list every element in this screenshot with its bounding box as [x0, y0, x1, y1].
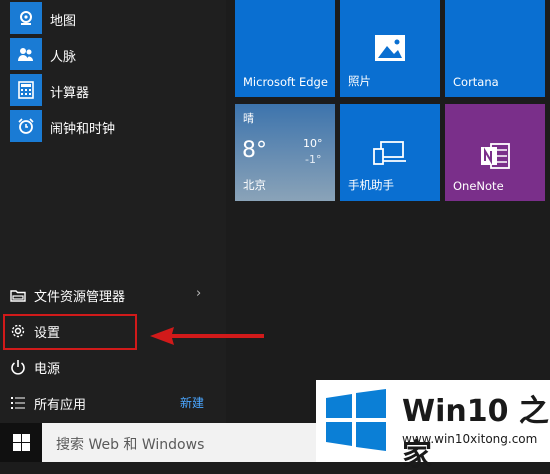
all-apps-label: 所有应用 [34, 398, 87, 413]
power-icon [11, 360, 25, 375]
list-icon [11, 397, 25, 409]
phone-laptop-icon [373, 141, 406, 165]
tile-photos-label: 照片 [348, 74, 371, 88]
tile-weather-label: 北京 [243, 178, 266, 192]
onenote-icon [481, 143, 510, 169]
new-badge: 新建 [180, 396, 205, 410]
app-label-maps: 地图 [50, 14, 77, 29]
tile-phone-companion[interactable]: 手机助手 [340, 104, 440, 201]
app-label-alarms: 闹钟和时钟 [50, 122, 116, 137]
tile-cortana-label: Cortana [453, 75, 499, 89]
power-label: 电源 [34, 362, 61, 377]
alarm-clock-icon [10, 110, 42, 142]
tile-edge[interactable]: Microsoft Edge [235, 0, 335, 97]
weather-low: -1° [305, 153, 322, 166]
windows-flag-logo-icon [326, 389, 386, 451]
start-menu-left-pane: 地图 人脉 计算器 闹钟和时钟 文件资源管理器 › 设置 电源 所有应用 新建 [0, 0, 226, 423]
tile-photos[interactable]: 照片 [340, 0, 440, 97]
tile-onenote-label: OneNote [453, 179, 504, 193]
app-item-alarms[interactable]: 闹钟和时钟 [0, 108, 226, 144]
tile-cortana[interactable]: Cortana [445, 0, 545, 97]
app-label-calculator: 计算器 [50, 86, 90, 101]
tile-edge-label: Microsoft Edge [243, 75, 328, 89]
folder-icon [10, 290, 26, 302]
windows-logo-icon [12, 434, 30, 451]
chevron-right-icon[interactable]: › [196, 286, 201, 301]
tile-onenote[interactable]: OneNote [445, 104, 545, 201]
app-item-calculator[interactable]: 计算器 [0, 72, 226, 108]
power-item[interactable]: 电源 [0, 350, 226, 384]
tile-weather[interactable]: 晴 8° 10° -1° 北京 [235, 104, 335, 201]
weather-high: 10° [303, 137, 323, 150]
people-icon [10, 38, 42, 70]
file-explorer-item[interactable]: 文件资源管理器 › [0, 278, 226, 312]
map-icon [10, 2, 42, 34]
app-item-people[interactable]: 人脉 [0, 36, 226, 72]
weather-condition: 晴 [243, 112, 254, 125]
tile-phone-label: 手机助手 [348, 178, 394, 192]
start-button[interactable] [0, 423, 42, 462]
settings-highlight-box [3, 314, 137, 350]
red-arrow-icon [150, 327, 264, 345]
watermark: Win10 之家 www.win10xitong.com [316, 380, 550, 473]
search-placeholder: 搜索 Web 和 Windows [56, 437, 205, 453]
calculator-icon [10, 74, 42, 106]
watermark-title: Win10 之家 [402, 394, 549, 473]
app-label-people: 人脉 [50, 50, 77, 65]
photo-icon [375, 35, 405, 61]
watermark-url: www.win10xitong.com [402, 432, 538, 446]
all-apps-item[interactable]: 所有应用 新建 [0, 386, 226, 420]
search-input[interactable]: 搜索 Web 和 Windows [42, 423, 318, 462]
app-item-maps[interactable]: 地图 [0, 0, 226, 36]
weather-temp: 8° [242, 138, 267, 163]
file-explorer-label: 文件资源管理器 [34, 290, 126, 305]
